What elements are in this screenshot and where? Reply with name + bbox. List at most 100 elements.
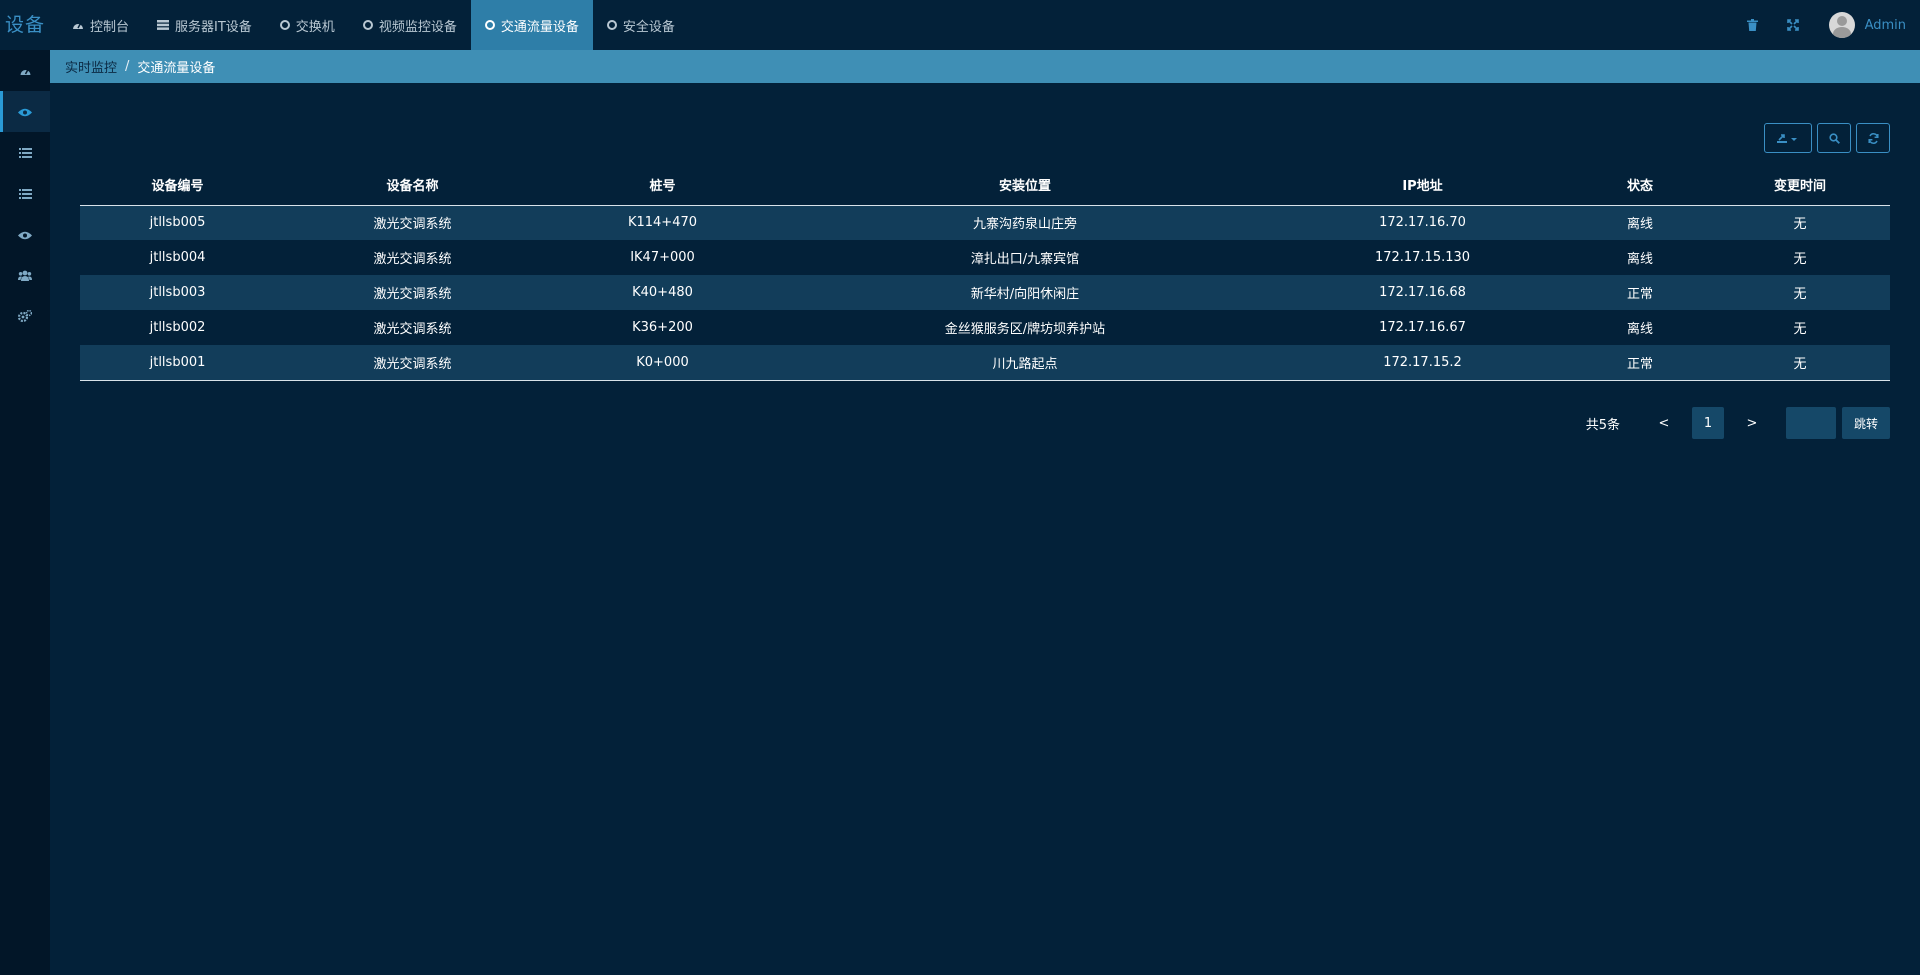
pagination: 共5条 < 1 > 跳转 — [1586, 407, 1890, 439]
tab-label: 交通流量设备 — [500, 19, 579, 35]
next-page-button[interactable]: > — [1736, 407, 1768, 439]
cell-stake-number: K40+480 — [550, 275, 775, 310]
search-icon — [1828, 129, 1840, 148]
cell-device-name: 激光交调系统 — [275, 345, 550, 381]
cell-change-time: 无 — [1710, 275, 1890, 310]
cell-ip: 172.17.16.70 — [1275, 205, 1570, 240]
table-header-row: 设备编号 设备名称 桩号 安装位置 IP地址 状态 变更时间 — [80, 165, 1890, 206]
column-header-location[interactable]: 安装位置 — [775, 165, 1275, 206]
export-button[interactable] — [1764, 123, 1812, 153]
jump-page-input[interactable] — [1785, 407, 1836, 439]
fullscreen-icon[interactable] — [1773, 0, 1813, 50]
nav-tabs: 控制台 服务器IT设备 交换机 视频监控设备 交通流量设备 安全设备 — [58, 0, 689, 50]
refresh-icon — [1867, 129, 1879, 148]
trash-icon[interactable] — [1733, 0, 1773, 50]
circle-icon — [484, 20, 495, 30]
tab-label: 视频监控设备 — [378, 19, 457, 35]
refresh-button[interactable] — [1856, 123, 1890, 153]
breadcrumb-separator: / — [125, 59, 130, 74]
cell-device-name: 激光交调系统 — [275, 205, 550, 240]
cell-ip: 172.17.16.68 — [1275, 275, 1570, 310]
cell-change-time: 无 — [1793, 252, 1807, 267]
tab-label: 安全设备 — [622, 19, 675, 35]
column-header-ip[interactable]: IP地址 — [1275, 165, 1570, 206]
cell-change-time: 无 — [1793, 322, 1807, 337]
jump-button[interactable]: 跳转 — [1841, 407, 1890, 439]
pagination-total: 共5条 — [1585, 417, 1620, 433]
table-row[interactable]: jtllsb002 激光交调系统 K36+200 金丝猴服务区/牌坊坝养护站 1… — [80, 310, 1890, 345]
cell-device-id: jtllsb001 — [80, 345, 275, 381]
cell-stake-number: K36+200 — [632, 320, 693, 335]
cell-stake-number: K114+470 — [550, 205, 775, 240]
column-header-device-id[interactable]: 设备编号 — [80, 165, 275, 206]
cell-location: 九寨沟药泉山庄旁 — [775, 205, 1275, 240]
breadcrumb: 实时监控 / 交通流量设备 — [50, 50, 1920, 83]
table-row[interactable]: jtllsb005 激光交调系统 K114+470 九寨沟药泉山庄旁 172.1… — [80, 205, 1890, 240]
avatar[interactable] — [1828, 12, 1855, 38]
circle-icon — [362, 20, 373, 30]
cell-ip: 172.17.15.130 — [1374, 250, 1471, 265]
cell-change-time: 无 — [1710, 345, 1890, 381]
cell-status: 离线 — [1570, 205, 1710, 240]
cell-device-id: jtllsb002 — [149, 320, 206, 335]
settings-icon — [17, 307, 33, 326]
table-row[interactable]: jtllsb004 激光交调系统 IK47+000 漳扎出口/九寨宾馆 172.… — [80, 240, 1890, 275]
brand-logo[interactable]: 设备 — [0, 0, 50, 50]
users-icon — [18, 266, 32, 285]
dashboard-icon — [19, 61, 32, 80]
circle-icon — [606, 20, 617, 30]
tab-label: 控制台 — [90, 19, 130, 35]
cell-ip: 172.17.15.2 — [1275, 345, 1570, 381]
dashboard-icon — [72, 20, 84, 30]
eye-icon — [18, 102, 32, 121]
column-header-device-name[interactable]: 设备名称 — [275, 165, 550, 206]
cell-device-id: jtllsb004 — [149, 250, 206, 265]
tab-label: 服务器IT设备 — [175, 19, 252, 35]
cell-device-id: jtllsb003 — [80, 275, 275, 310]
cell-change-time: 无 — [1710, 205, 1890, 240]
table-toolbar — [1764, 123, 1890, 153]
circle-icon — [279, 20, 290, 30]
sidebar — [0, 50, 50, 975]
cell-location: 川九路起点 — [775, 345, 1275, 381]
sidebar-item-settings[interactable] — [0, 296, 50, 337]
table-row[interactable]: jtllsb001 激光交调系统 K0+000 川九路起点 172.17.15.… — [80, 345, 1890, 381]
list-icon — [18, 143, 32, 162]
tab-label: 交换机 — [295, 19, 335, 35]
cell-location: 新华村/向阳休闲庄 — [775, 275, 1275, 310]
cell-device-name: 激光交调系统 — [275, 275, 550, 310]
breadcrumb-parent[interactable]: 实时监控 — [65, 57, 117, 76]
cell-status: 正常 — [1570, 275, 1710, 310]
column-header-change-time[interactable]: 变更时间 — [1710, 165, 1890, 206]
cell-location: 金丝猴服务区/牌坊坝养护站 — [944, 322, 1106, 337]
tab-switch[interactable]: 交换机 — [266, 0, 349, 50]
tab-server-it[interactable]: 服务器IT设备 — [143, 0, 266, 50]
eye-icon — [18, 225, 32, 244]
cell-device-name: 激光交调系统 — [373, 322, 452, 337]
sidebar-item-list-b[interactable] — [0, 173, 50, 214]
top-right-actions: Admin — [1733, 0, 1920, 50]
user-name[interactable]: Admin — [1865, 18, 1906, 33]
search-button[interactable] — [1817, 123, 1851, 153]
table-row[interactable]: jtllsb003 激光交调系统 K40+480 新华村/向阳休闲庄 172.1… — [80, 275, 1890, 310]
sidebar-item-users[interactable] — [0, 255, 50, 296]
tab-video-surveillance[interactable]: 视频监控设备 — [349, 0, 471, 50]
list-icon — [18, 184, 32, 203]
sidebar-item-list-a[interactable] — [0, 132, 50, 173]
cell-location: 漳扎出口/九寨宾馆 — [970, 252, 1080, 267]
top-navbar: 设备 控制台 服务器IT设备 交换机 视频监控设备 交通流量设备 安全设备 Ad… — [0, 0, 1920, 50]
prev-page-button[interactable]: < — [1648, 407, 1680, 439]
sidebar-item-watch[interactable] — [0, 214, 50, 255]
cell-status: 离线 — [1626, 322, 1653, 337]
sidebar-item-realtime-monitor[interactable] — [0, 91, 50, 132]
export-icon — [1777, 129, 1799, 148]
column-header-stake-number[interactable]: 桩号 — [550, 165, 775, 206]
breadcrumb-current: 交通流量设备 — [137, 61, 216, 76]
sidebar-item-dashboard[interactable] — [0, 50, 50, 91]
tab-security[interactable]: 安全设备 — [593, 0, 689, 50]
tab-dashboard[interactable]: 控制台 — [58, 0, 143, 50]
page-number-button[interactable]: 1 — [1691, 407, 1724, 439]
tab-traffic-flow[interactable]: 交通流量设备 — [470, 0, 593, 50]
cell-ip: 172.17.16.67 — [1379, 320, 1466, 335]
column-header-status[interactable]: 状态 — [1570, 165, 1710, 206]
